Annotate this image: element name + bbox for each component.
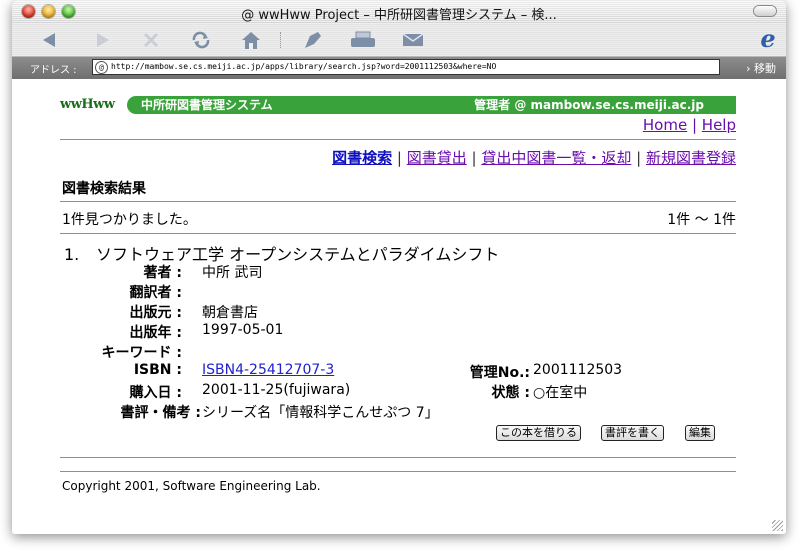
- nav-book-lend[interactable]: 図書貸出: [407, 149, 467, 167]
- nav-book-search[interactable]: 図書検索: [332, 149, 392, 167]
- title-bar: @ wwHww Project – 中所研図書管理システム – 検...: [12, 0, 786, 24]
- write-review-button[interactable]: 書評を書く: [601, 425, 664, 441]
- status-value: ○在室中: [533, 385, 588, 401]
- isbn-link[interactable]: ISBN4-25412707-3: [202, 362, 334, 378]
- toolbar-separator: [280, 32, 281, 48]
- year-label: 出版年 :: [129, 325, 182, 341]
- browser-window: @ wwHww Project – 中所研図書管理システム – 検... e ア…: [12, 0, 786, 534]
- address-label: アドレス :: [30, 65, 77, 76]
- home-icon[interactable]: [238, 29, 264, 51]
- go-button[interactable]: › 移動: [746, 60, 776, 76]
- page-content: wwHww 中所研図書管理システム 管理者 @ mambow.se.cs.mei…: [12, 79, 786, 534]
- refresh-icon[interactable]: [188, 29, 214, 51]
- print-icon[interactable]: [350, 29, 376, 51]
- publisher-value: 朝倉書店: [202, 305, 258, 321]
- window-title: @ wwHww Project – 中所研図書管理システム – 検...: [241, 8, 557, 23]
- mail-icon[interactable]: [400, 29, 426, 51]
- edit-button[interactable]: 編集: [685, 425, 715, 441]
- home-link[interactable]: Home: [643, 116, 687, 134]
- url-input[interactable]: @ http://mambow.se.cs.meiji.ac.jp/apps/l…: [92, 59, 720, 75]
- result-count: 1件見つかりました。: [62, 212, 197, 228]
- top-links: Home | Help: [643, 116, 736, 134]
- header-bar: 中所研図書管理システム 管理者 @ mambow.se.cs.meiji.ac.…: [127, 96, 736, 114]
- publisher-label: 出版元 :: [129, 305, 182, 321]
- borrow-button[interactable]: この本を借りる: [496, 425, 581, 441]
- isbn-label: ISBN :: [133, 362, 182, 378]
- author-label: 著者 :: [143, 265, 182, 281]
- site-banner: wwHww 中所研図書管理システム 管理者 @ mambow.se.cs.mei…: [60, 96, 736, 114]
- system-name: 中所研図書管理システム: [141, 98, 273, 112]
- result-range: 1件 ～ 1件: [667, 212, 736, 228]
- link-separator: |: [691, 116, 698, 134]
- back-icon[interactable]: [38, 29, 64, 51]
- main-nav: 図書検索 | 図書貸出 | 貸出中図書一覧・返却 | 新規図書登録: [332, 147, 736, 168]
- notes-label: 書評・備考 :: [120, 405, 201, 421]
- help-link[interactable]: Help: [702, 116, 736, 134]
- site-logo: wwHww: [60, 97, 115, 112]
- management-no-label: 管理No.:: [469, 365, 530, 381]
- year-value: 1997-05-01: [202, 322, 284, 338]
- url-text: http://mambow.se.cs.meiji.ac.jp/apps/lib…: [111, 62, 497, 71]
- address-bar: アドレス : @ http://mambow.se.cs.meiji.ac.jp…: [12, 57, 786, 79]
- purchase-date-value: 2001-11-25(fujiwara): [202, 382, 351, 398]
- divider: [60, 233, 736, 234]
- ie-logo-icon[interactable]: e: [756, 27, 780, 51]
- admin-info: 管理者 @ mambow.se.cs.meiji.ac.jp: [474, 98, 704, 112]
- nav-separator: |: [636, 149, 642, 167]
- resize-grip-icon[interactable]: [772, 520, 783, 531]
- management-no-value: 2001112503: [533, 362, 623, 378]
- autofill-icon[interactable]: [300, 29, 326, 51]
- translator-label: 翻訳者 :: [129, 285, 182, 301]
- nav-separator: |: [471, 149, 477, 167]
- section-title: 図書検索結果: [62, 181, 146, 197]
- copyright: Copyright 2001, Software Engineering Lab…: [62, 479, 321, 493]
- keyword-label: キーワード :: [101, 345, 182, 361]
- divider: [60, 139, 736, 140]
- divider: [60, 201, 736, 202]
- divider: [60, 457, 736, 458]
- nav-separator: |: [396, 149, 402, 167]
- stop-icon[interactable]: [138, 29, 164, 51]
- page-icon: @: [95, 61, 108, 74]
- status-label: 状態 :: [491, 385, 530, 401]
- browser-toolbar: e: [12, 24, 786, 57]
- forward-icon[interactable]: [88, 29, 114, 51]
- divider: [60, 471, 736, 472]
- toolbar-toggle-icon[interactable]: [754, 6, 776, 16]
- notes-value: シリーズ名「情報科学こんせぷつ 7」: [202, 405, 439, 421]
- purchase-date-label: 購入日 :: [129, 385, 182, 401]
- nav-new-book[interactable]: 新規図書登録: [646, 149, 736, 167]
- nav-lent-list[interactable]: 貸出中図書一覧・返却: [481, 149, 631, 167]
- author-value: 中所 武司: [202, 265, 263, 281]
